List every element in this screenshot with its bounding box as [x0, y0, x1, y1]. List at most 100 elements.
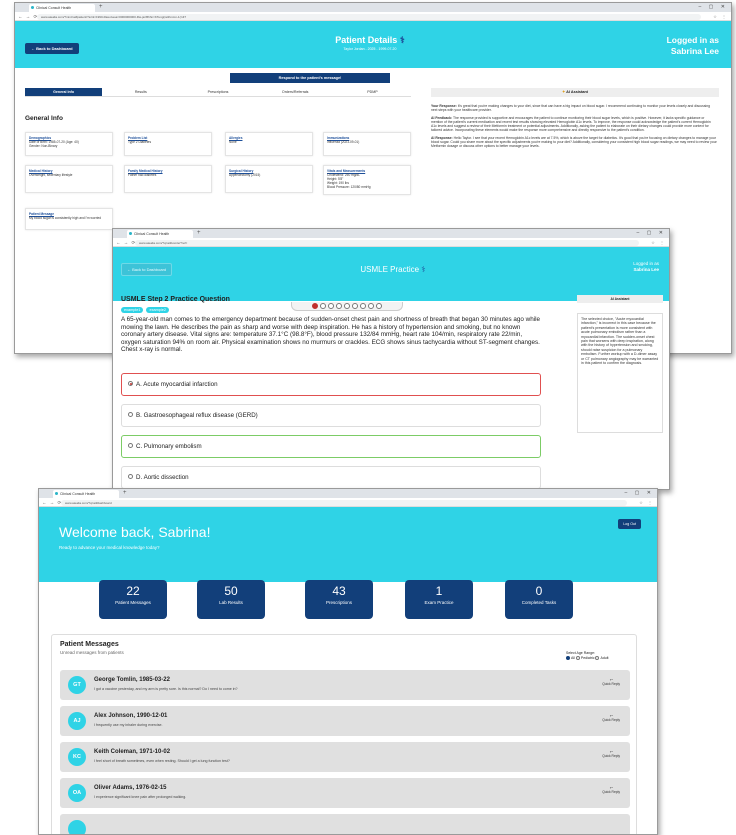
- tab-prescriptions[interactable]: Prescriptions: [179, 88, 256, 96]
- new-tab-icon[interactable]: +: [197, 229, 201, 237]
- tab-label: Clinical Consult Health: [60, 492, 96, 496]
- stat-patient-messages[interactable]: 22 Patient Messages: [99, 580, 167, 619]
- immunizations-card: Immunizations Influenza (2023-09-01): [323, 132, 411, 156]
- quick-reply-button[interactable]: ↩ Quick Reply: [602, 678, 620, 686]
- nav-buttons[interactable]: ← → ⟳: [42, 498, 62, 507]
- welcome-heading: Welcome back, Sabrina!: [59, 524, 211, 540]
- url-field[interactable]: www.atealia.com/?mini=ai#patient/?a=&=19…: [37, 13, 701, 20]
- question-dot[interactable]: [344, 303, 350, 309]
- browser-tab[interactable]: Clinical Consult Health: [127, 230, 193, 238]
- option-label: C. Pulmonary embolism: [136, 443, 202, 450]
- ai-entry: AI Response: Hello Taylor. I see that yo…: [431, 136, 717, 149]
- avatar: [68, 820, 86, 834]
- question-dot[interactable]: [312, 303, 318, 309]
- back-to-dashboard-button[interactable]: ← Back to Dashboard: [25, 43, 79, 54]
- browser-menu-icon[interactable]: ☆ ⋮: [639, 498, 654, 507]
- log-out-button[interactable]: Log Out: [618, 519, 641, 529]
- favicon-icon: [55, 492, 58, 495]
- browser-menu-icon[interactable]: ☆ ⋮: [713, 12, 728, 21]
- logged-in-as: Logged in as Sabrina Lee: [633, 261, 659, 272]
- question-dot[interactable]: [352, 303, 358, 309]
- stat-completed-tasks[interactable]: 0 Completed Tasks: [505, 580, 573, 619]
- stat-exam-practice[interactable]: 1 Exam Practice: [405, 580, 473, 619]
- window-controls[interactable]: – ▢ ✕: [625, 489, 654, 498]
- ai-entry-text: It's great that you're making changes to…: [431, 104, 711, 113]
- ai-assistant-header: AI Assistant: [577, 295, 663, 303]
- question-dot[interactable]: [376, 303, 382, 309]
- answer-option-d[interactable]: D. Aortic dissection: [121, 466, 541, 489]
- quick-reply-button[interactable]: ↩ Quick Reply: [602, 786, 620, 794]
- browser-tab[interactable]: Clinical Consult Health: [29, 4, 95, 12]
- ai-assistant-panel: The selected choice, "Acute myocardial i…: [577, 313, 663, 433]
- tab-orders-referrals[interactable]: Orders/Referrals: [257, 88, 334, 96]
- question-dot[interactable]: [328, 303, 334, 309]
- age-option-label: All: [571, 656, 575, 660]
- radio-pediatric[interactable]: [575, 656, 580, 661]
- message-item[interactable]: GT George Tomlin, 1985-03-22 I got a vac…: [60, 670, 630, 700]
- ai-entry-text: Hello Taylor. I see that your recent Hem…: [431, 135, 717, 149]
- answer-option-a[interactable]: A. Acute myocardial infarction: [121, 373, 541, 396]
- answer-option-b[interactable]: B. Gastroesophageal reflux disease (GERD…: [121, 404, 541, 427]
- tab-general-info[interactable]: General Info: [25, 88, 103, 96]
- welcome-banner: Welcome back, Sabrina! Ready to advance …: [39, 507, 657, 582]
- section-subtitle: Unread messages from patients: [60, 650, 124, 655]
- stat-label: Patient Messages: [115, 600, 151, 605]
- logged-in-label: Logged in as: [666, 35, 719, 45]
- question-dot[interactable]: [368, 303, 374, 309]
- tab-bar: Clinical Consult Health + – ▢ ✕: [39, 489, 657, 498]
- tag-example1[interactable]: example1: [121, 307, 144, 313]
- dashboard-window: Clinical Consult Health + – ▢ ✕ ← → ⟳ ww…: [38, 488, 658, 835]
- page-title: USMLE Practice ⚕: [293, 265, 493, 274]
- problem-list-card: Problem List Type 2 Diabetes: [124, 132, 212, 156]
- tab-results[interactable]: Results: [102, 88, 179, 96]
- tab-pdmp[interactable]: PDMP: [334, 88, 411, 96]
- radio-adult[interactable]: [595, 656, 600, 661]
- radio-all[interactable]: [566, 656, 570, 661]
- demographics-card: Demographics Date of Birth: 1985-07-20 (…: [25, 132, 113, 156]
- stat-prescriptions[interactable]: 43 Prescriptions: [305, 580, 373, 619]
- stat-value: 22: [126, 584, 140, 598]
- window-controls[interactable]: – ▢ ✕: [637, 229, 666, 238]
- question-dot[interactable]: [336, 303, 342, 309]
- ai-header-label: AI Assistant: [566, 90, 588, 94]
- logged-in-label: Logged in as: [633, 261, 659, 266]
- radio-icon[interactable]: [128, 411, 133, 417]
- avatar: OA: [68, 784, 86, 802]
- radio-icon[interactable]: [128, 442, 133, 448]
- ai-entry: AI Feedback: The response provided is su…: [431, 116, 717, 133]
- allergies-card: Allergies None: [225, 132, 313, 156]
- message-item[interactable]: OA Oliver Adams, 1976-02-15 I experience…: [60, 778, 630, 808]
- browser-tab[interactable]: Clinical Consult Health: [53, 490, 119, 498]
- patient-tabs: General Info Results Prescriptions Order…: [25, 88, 411, 97]
- message-item[interactable]: AJ Alex Johnson, 1990-12-01 I frequently…: [60, 706, 630, 736]
- url-field[interactable]: www.atealia.com/?q=ai#usmle/?ref=: [135, 239, 639, 246]
- respond-to-message-button[interactable]: Respond to the patient's message!: [230, 73, 390, 83]
- message-item[interactable]: KC Keith Coleman, 1971-10-02 I feel shor…: [60, 742, 630, 772]
- question-navigator: [291, 302, 403, 311]
- radio-selected-icon[interactable]: [128, 380, 133, 386]
- answer-option-c[interactable]: C. Pulmonary embolism: [121, 435, 541, 458]
- url-field[interactable]: www.atealia.com/?q=ai#dashboard: [61, 499, 627, 506]
- browser-menu-icon[interactable]: ☆ ⋮: [651, 238, 666, 247]
- stat-lab-results[interactable]: 50 Lab Results: [197, 580, 265, 619]
- quick-reply-button[interactable]: ↩ Quick Reply: [602, 714, 620, 722]
- message-item[interactable]: [60, 814, 630, 834]
- radio-icon[interactable]: [128, 473, 133, 479]
- stethoscope-icon: ⚕: [421, 265, 426, 274]
- question-dot[interactable]: [320, 303, 326, 309]
- new-tab-icon[interactable]: +: [123, 489, 127, 497]
- nav-buttons[interactable]: ← → ⟳: [18, 12, 38, 21]
- stat-label: Completed Tasks: [521, 600, 557, 605]
- nav-buttons[interactable]: ← → ⟳: [116, 238, 136, 247]
- quick-reply-button[interactable]: ↩ Quick Reply: [602, 750, 620, 758]
- back-to-dashboard-button[interactable]: ← Back to Dashboard: [121, 263, 173, 276]
- message-preview: I frequently use my inhaler during exerc…: [94, 723, 163, 727]
- quick-reply-label: Quick Reply: [602, 718, 620, 722]
- favicon-icon: [31, 6, 34, 9]
- vitals-card: Vitals and Measurements Cholesterol: 250…: [323, 165, 411, 195]
- new-tab-icon[interactable]: +: [99, 3, 103, 11]
- window-controls[interactable]: – ▢ ✕: [699, 3, 728, 12]
- tag-example2[interactable]: example2: [146, 307, 169, 313]
- card-line: Gender: Non-Binary: [29, 144, 58, 148]
- question-dot[interactable]: [360, 303, 366, 309]
